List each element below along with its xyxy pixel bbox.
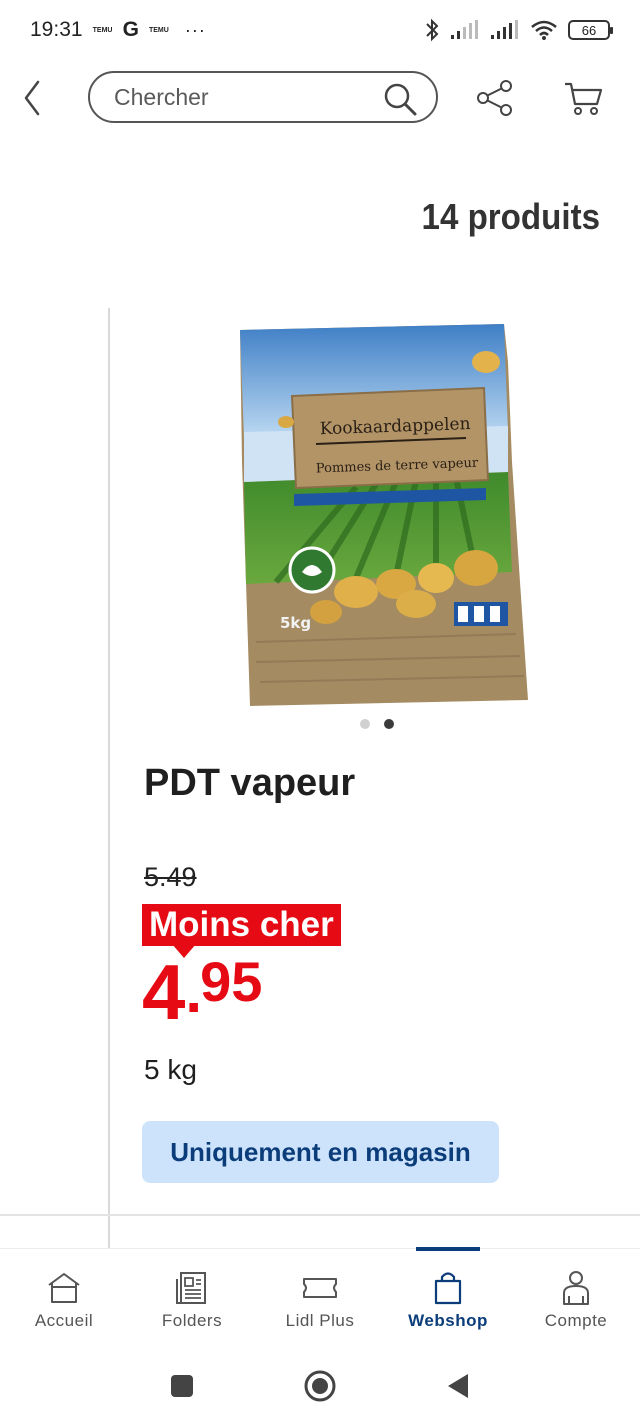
- carousel-dot-active[interactable]: [384, 719, 394, 729]
- current-price: 4 . 95: [142, 948, 263, 1036]
- product-unit: 5 kg: [144, 1054, 197, 1085]
- search-icon[interactable]: [382, 81, 418, 117]
- price-decimals: 95: [200, 950, 263, 1013]
- results-count: 14 produits: [421, 196, 600, 237]
- nav-item-webshop[interactable]: Webshop: [384, 1249, 512, 1348]
- search-input[interactable]: Chercher: [88, 71, 438, 123]
- carousel-indicator[interactable]: [360, 719, 394, 729]
- back-arrow-icon[interactable]: [18, 78, 48, 118]
- bag-weight: 5kg: [280, 614, 311, 632]
- system-nav-bar: [0, 1348, 640, 1423]
- home-button-icon[interactable]: [304, 1370, 336, 1402]
- nav-item-folders[interactable]: Folders: [128, 1249, 256, 1348]
- home-icon: [48, 1273, 80, 1303]
- status-time: 19:31: [30, 18, 83, 41]
- nav-item-accueil[interactable]: Accueil: [0, 1249, 128, 1348]
- back-button-icon[interactable]: [446, 1373, 470, 1399]
- bluetooth-icon: [426, 18, 439, 42]
- google-notification-icon: G: [122, 18, 139, 41]
- temu-notification-icon-2: TEMU: [148, 26, 169, 34]
- card-divider-horizontal: [0, 1214, 640, 1216]
- old-price: 5.49: [144, 862, 197, 892]
- more-notifications-icon: ···: [184, 19, 206, 40]
- newspaper-icon: [176, 1272, 206, 1304]
- temu-notification-icon: TEMU: [92, 26, 113, 34]
- recent-apps-icon[interactable]: [170, 1374, 194, 1398]
- search-placeholder: Chercher: [114, 83, 209, 110]
- signal-icon-2: [491, 20, 518, 39]
- nav-item-compte[interactable]: Compte: [512, 1249, 640, 1348]
- battery-icon: 66: [568, 20, 613, 40]
- wifi-icon: [531, 20, 557, 40]
- shopping-bag-icon: [434, 1272, 462, 1305]
- card-divider-vertical: [108, 308, 110, 1248]
- product-image[interactable]: Kookaardappelen Pommes de terre vapeur 5…: [236, 322, 532, 708]
- bottom-nav: Accueil Folders Lidl Plus Webshop Compte: [0, 1247, 640, 1348]
- nav-label: Webshop: [408, 1311, 488, 1330]
- product-title[interactable]: PDT vapeur: [144, 762, 355, 805]
- nav-label: Folders: [161, 1311, 223, 1330]
- user-icon: [563, 1271, 589, 1305]
- availability-pill: Uniquement en magasin: [142, 1121, 499, 1183]
- signal-icon: [451, 20, 478, 39]
- nav-label: Compte: [544, 1311, 608, 1330]
- status-bar: 19:31 TEMU G TEMU ··· 66: [0, 0, 640, 60]
- price-integer: 4: [142, 948, 186, 1036]
- ticket-icon: [303, 1278, 337, 1298]
- nav-item-lidl-plus[interactable]: Lidl Plus: [256, 1249, 384, 1348]
- discount-badge: Moins cher: [142, 904, 341, 946]
- nav-label: Accueil: [34, 1311, 94, 1330]
- nav-label: Lidl Plus: [285, 1311, 355, 1330]
- top-bar: Chercher: [0, 66, 640, 128]
- carousel-dot[interactable]: [360, 719, 370, 729]
- cart-icon[interactable]: [562, 78, 604, 118]
- share-icon[interactable]: [474, 78, 516, 118]
